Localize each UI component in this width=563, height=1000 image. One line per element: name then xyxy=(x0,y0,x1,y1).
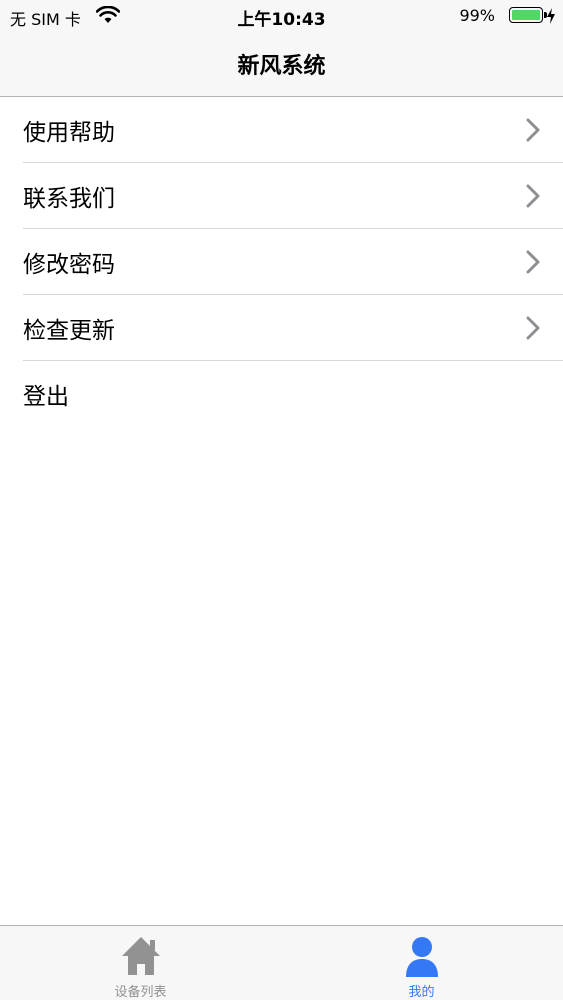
menu-item-label: 检查更新 xyxy=(23,318,115,344)
chevron-right-icon xyxy=(526,316,540,340)
menu-item-label: 使用帮助 xyxy=(23,120,115,146)
person-icon xyxy=(405,937,438,977)
tab-label: 我的 xyxy=(408,985,435,1000)
battery-icon xyxy=(509,7,547,23)
charging-bolt-icon xyxy=(547,8,555,24)
menu-item-contact-us[interactable]: 联系我们 xyxy=(0,163,563,229)
menu-item-label: 登出 xyxy=(23,384,69,410)
menu-item-help[interactable]: 使用帮助 xyxy=(0,97,563,163)
menu-item-change-password[interactable]: 修改密码 xyxy=(0,229,563,295)
menu-item-label: 修改密码 xyxy=(23,252,115,278)
tab-bar: 设备列表 我的 xyxy=(0,925,563,1000)
chevron-right-icon xyxy=(526,250,540,274)
menu-item-logout[interactable]: 登出 xyxy=(0,361,563,427)
chevron-right-icon xyxy=(526,118,540,142)
tab-label: 设备列表 xyxy=(114,985,167,1000)
battery-fill xyxy=(512,10,540,20)
top-bar: 无 SIM 卡 上午10:43 99% 新风系统 xyxy=(0,0,563,97)
page-title: 新风系统 xyxy=(237,54,326,79)
status-bar: 无 SIM 卡 上午10:43 99% xyxy=(0,0,563,32)
tab-device-list[interactable]: 设备列表 xyxy=(0,926,281,1000)
settings-menu: 使用帮助 联系我们 修改密码 检查更新 登出 xyxy=(0,97,563,427)
tab-mine[interactable]: 我的 xyxy=(281,926,562,1000)
menu-item-check-update[interactable]: 检查更新 xyxy=(0,295,563,361)
battery-percent: 99% xyxy=(459,6,495,25)
menu-item-label: 联系我们 xyxy=(23,186,115,212)
chevron-right-icon xyxy=(526,184,540,208)
home-icon xyxy=(121,937,160,975)
